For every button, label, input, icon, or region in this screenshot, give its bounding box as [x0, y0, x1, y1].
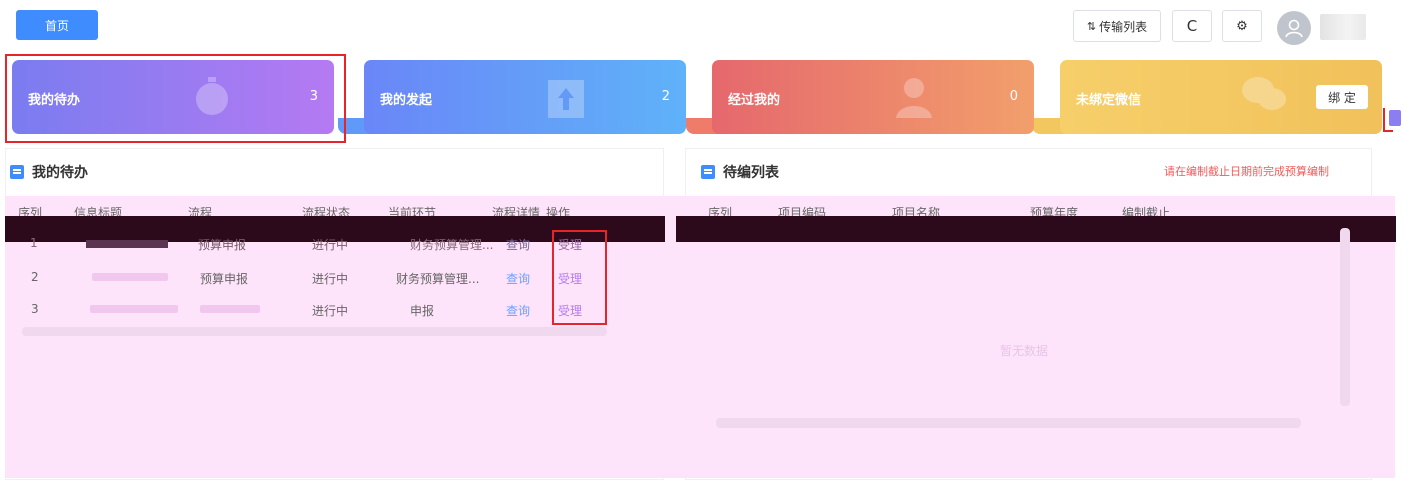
pending-title-text: 待编列表: [723, 165, 779, 181]
card-label: 经过我的: [728, 93, 781, 108]
horizontal-scrollbar[interactable]: [716, 418, 1301, 428]
gear-icon: ⚙: [1236, 18, 1248, 34]
title-blur: [90, 305, 178, 313]
deadline-notice: 请在编制截止日期前完成预算编制: [1164, 165, 1329, 178]
table-cell-seq: 2: [31, 270, 39, 284]
transfer-icon: ⇅: [1086, 19, 1097, 33]
todo-title-text: 我的待办: [32, 165, 88, 181]
settings-button[interactable]: ⚙: [1222, 10, 1262, 42]
title-blur: [92, 273, 168, 281]
card-label: 未绑定微信: [1076, 93, 1142, 108]
transfer-list-label: 传输列表: [1099, 19, 1148, 34]
tab-home[interactable]: 首页: [16, 10, 98, 40]
bind-wechat-button[interactable]: 绑 定: [1316, 85, 1368, 109]
table-cell-seq: 1: [30, 236, 38, 250]
table-cell-step: 申报: [410, 304, 435, 318]
card-label: 我的发起: [380, 93, 433, 108]
table-cell-seq: 3: [31, 302, 39, 316]
row-highlight-band: [676, 216, 1396, 242]
card-count: 0: [1009, 89, 1018, 104]
avatar[interactable]: [1277, 11, 1311, 45]
card-my-initiated[interactable]: 我的发起 2: [364, 60, 686, 134]
table-cell-status: 进行中: [312, 304, 349, 318]
highlight-box: [552, 230, 607, 325]
folder-icon: [701, 165, 715, 179]
title-blur: [86, 240, 168, 248]
username[interactable]: [1320, 14, 1366, 40]
query-link[interactable]: 查询: [506, 236, 530, 253]
query-link[interactable]: 查询: [506, 302, 530, 319]
upload-icon: [544, 74, 588, 126]
refresh-button[interactable]: C: [1172, 10, 1212, 42]
wechat-icon: [1240, 74, 1288, 118]
table-cell-status: 进行中: [312, 272, 349, 286]
card-count: 2: [661, 89, 670, 104]
todo-panel-title: 我的待办: [10, 162, 88, 182]
flow-blur: [200, 305, 260, 313]
card-passed-me[interactable]: 经过我的 0: [712, 60, 1034, 134]
pending-panel-title: 待编列表: [701, 162, 779, 182]
card-wechat-unbound: 未绑定微信 绑 定: [1060, 60, 1382, 134]
list-icon: [10, 165, 24, 179]
empty-text: 暂无数据: [1000, 344, 1049, 358]
table-cell-step: 财务预算管理...: [410, 238, 494, 252]
table-cell-flow: 预算申报: [198, 238, 247, 252]
table-cell-flow: 预算申报: [200, 272, 249, 286]
hidden-card-edge: [1389, 110, 1401, 126]
user-icon: [1285, 19, 1303, 38]
highlight-box: [5, 54, 346, 143]
table-cell-status: 进行中: [312, 238, 349, 252]
refresh-icon: C: [1186, 17, 1198, 35]
query-link[interactable]: 查询: [506, 270, 530, 287]
person-icon: [892, 74, 936, 126]
table-cell-step: 财务预算管理...: [396, 272, 480, 286]
horizontal-scrollbar[interactable]: [22, 327, 607, 336]
transfer-list-button[interactable]: ⇅ 传输列表: [1073, 10, 1161, 42]
vertical-scrollbar[interactable]: [1340, 228, 1350, 406]
